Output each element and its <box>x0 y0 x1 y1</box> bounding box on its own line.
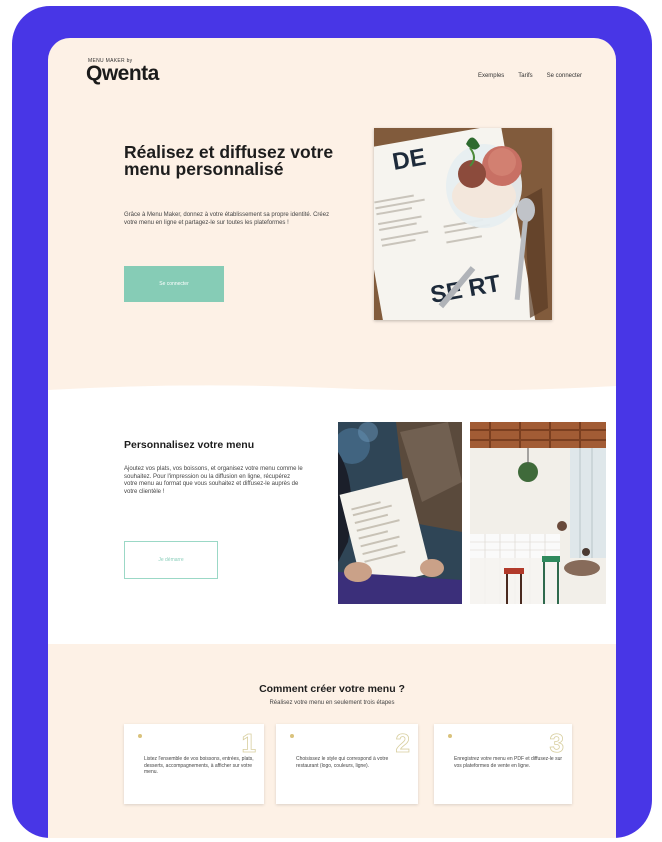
step-text: Listez l'ensemble de vos boissons, entré… <box>144 756 254 775</box>
nav-link-exemples[interactable]: Exemples <box>478 73 504 79</box>
step-dot-icon <box>290 734 294 738</box>
hero-title: Réalisez et diffusez votre menu personna… <box>124 142 334 179</box>
person-reading-menu-illustration <box>338 422 462 604</box>
step-dot-icon <box>138 734 142 738</box>
dessert-menu-illustration: DE SE RT <box>374 128 552 320</box>
steps-subtitle: Réalisez votre menu en seulement trois é… <box>269 700 395 706</box>
dessert-menu-photo: DE SE RT <box>374 128 552 320</box>
device-frame: MENU MAKER by Qwenta Exemples Tarifs Se … <box>12 6 652 838</box>
wave-divider <box>48 385 616 398</box>
qwenta-logo[interactable]: Qwenta <box>86 62 159 86</box>
restaurant-interior-illustration <box>470 422 606 604</box>
photo-text-top: DE <box>390 144 428 176</box>
main-nav: Exemples Tarifs Se connecter <box>478 73 582 79</box>
step-text: Enregistrez votre menu en PDF et diffuse… <box>454 756 563 769</box>
hero-login-button[interactable]: Se connecter <box>124 266 224 302</box>
customize-description: Ajoutez vos plats, vos boissons, et orga… <box>124 466 303 495</box>
step-number: 3 <box>549 728 564 759</box>
step-card-3: 3 Enregistrez votre menu en PDF et diffu… <box>434 724 572 804</box>
hero-description: Grâce à Menu Maker, donnez à votre établ… <box>124 212 330 226</box>
restaurant-interior-photo <box>470 422 606 604</box>
step-number: 1 <box>241 728 256 759</box>
step-text: Choisissez le style qui correspond à vot… <box>296 756 389 769</box>
site-header: MENU MAKER by Qwenta Exemples Tarifs Se … <box>48 38 616 108</box>
nav-link-se-connecter[interactable]: Se connecter <box>547 73 582 79</box>
steps-title: Comment créer votre menu ? <box>259 683 405 695</box>
person-reading-menu-photo <box>338 422 462 604</box>
nav-link-tarifs[interactable]: Tarifs <box>518 73 532 79</box>
step-number: 2 <box>395 728 410 759</box>
web-page: MENU MAKER by Qwenta Exemples Tarifs Se … <box>48 38 616 838</box>
step-dot-icon <box>448 734 452 738</box>
start-button[interactable]: Je démarre <box>124 541 218 579</box>
customize-title: Personnalisez votre menu <box>124 439 255 451</box>
step-card-2: 2 Choisissez le style qui correspond à v… <box>276 724 418 804</box>
step-card-1: 1 Listez l'ensemble de vos boissons, ent… <box>124 724 264 804</box>
